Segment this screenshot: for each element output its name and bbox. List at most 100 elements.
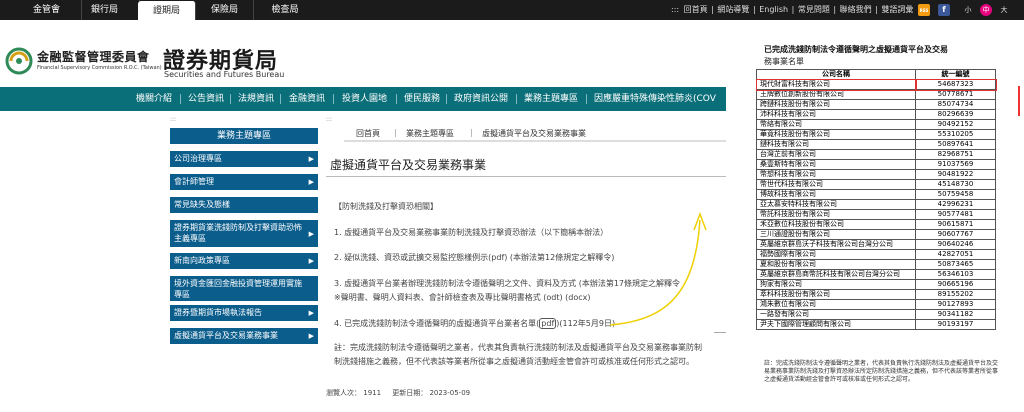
company-id-cell: 42827051	[915, 249, 996, 260]
company-name-cell: 博故科技有限公司	[756, 189, 916, 200]
link-contact[interactable]: 聯絡我們	[840, 5, 872, 14]
font-small-button[interactable]: 小	[962, 4, 974, 16]
breadcrumb-separator-icon: |	[394, 128, 397, 137]
company-name-cell: 現代財富科技有限公司	[755, 78, 917, 91]
table-row: 福勢國際有限公司 42827051	[756, 249, 996, 260]
sidebar-item-common-deficiencies[interactable]: 常見缺失及態樣	[170, 197, 318, 213]
link-glossary[interactable]: 雙語詞彙	[881, 5, 913, 14]
nav-covid[interactable]: 因應嚴重特殊傳染性肺炎(COV	[594, 87, 716, 111]
sidebar-dots: :::	[170, 116, 177, 123]
chevron-right-icon: ▶	[308, 309, 314, 317]
link-home[interactable]: 回首頁	[684, 5, 708, 14]
sidebar-item-accountant-management[interactable]: 會計師管理 ▶	[170, 174, 318, 190]
company-id-cell: 90193197	[915, 319, 996, 330]
table-row: 跨鏈科技股份有限公司 85074734	[756, 99, 996, 110]
company-name-cell: 亞太慕安特科技有限公司	[756, 199, 916, 210]
table-row: 三川通證股份有限公司 90607767	[756, 229, 996, 240]
content-item-1[interactable]: 1. 虛擬通貨平台及交易業務事業防制洗錢及打擊資恐辦法（以下簡稱本辦法）	[334, 227, 608, 238]
facebook-icon[interactable]: f	[938, 4, 950, 16]
highlight-marker	[1018, 86, 1020, 116]
sidebar-item-offshore-funds[interactable]: 境外資金匯回金融投資管理運用實施專區	[170, 276, 318, 301]
link-english[interactable]: English	[759, 5, 788, 14]
table-header-row: 公司名稱 統一編號	[756, 69, 996, 80]
rss-icon[interactable]: RSS	[918, 4, 930, 16]
company-id-cell: 54687323	[914, 78, 997, 91]
link-faq[interactable]: 常見問題	[798, 5, 830, 14]
company-name-cell: 鴻朱數位有限公司	[756, 299, 916, 310]
breadcrumb-dots: :::	[326, 116, 333, 123]
nav-regulations[interactable]: 法規資訊	[238, 87, 274, 111]
company-name-cell: 夏和股份有限公司	[756, 259, 916, 270]
nav-open-government[interactable]: 政府資訊公開	[454, 87, 508, 111]
section-heading: 【防制洗錢及打擊資恐相關】	[334, 202, 438, 211]
company-id-cell: 80296639	[915, 109, 996, 120]
nav-financial-info[interactable]: 金融資訊	[289, 87, 325, 111]
tab-examination-bureau[interactable]: 檢查局	[254, 0, 316, 20]
sidebar-item-virtual-currency[interactable]: 虛擬通貨平台及交易業務事業 ▶	[170, 328, 318, 344]
bureau-name-en: Securities and Futures Bureau	[164, 70, 285, 79]
sidebar-item-enforcement-report[interactable]: 證券暨期貨市場執法報告 ▶	[170, 305, 318, 321]
company-name-cell: 三川通證股份有限公司	[756, 229, 916, 240]
chevron-right-icon: ▶	[308, 257, 314, 265]
updated-date: 2023-05-09	[429, 389, 471, 397]
company-name-cell: 桑壹斯特有限公司	[756, 159, 916, 170]
title-divider	[326, 176, 726, 177]
sidebar-item-label: 常見缺失及態樣	[174, 200, 230, 209]
company-name-cell: 幣絡有限公司	[756, 119, 916, 130]
top-bar: 金管會 銀行局 證期局 保險局 檢查局 ::: 回首頁 | 網站導覽 | Eng…	[0, 0, 1024, 20]
sidebar-item-label: 證券期貨業洗錢防制及打擊資助恐怖主義專區	[174, 223, 302, 243]
breadcrumb-home[interactable]: 回首頁	[356, 128, 380, 139]
table-row: 王牌數位創新股份有限公司 50778671	[756, 89, 996, 100]
table-row: 英屬維京群島商幣託科技有限公司台灣分公司 56346103	[756, 269, 996, 280]
table-row: 英屬維京群島沃子科技有限公司台灣分公司 90640246	[756, 239, 996, 250]
sidebar-item-label: 虛擬通貨平台及交易業務事業	[174, 331, 278, 340]
company-id-cell: 50778671	[915, 89, 996, 100]
table-row: 鏈科技有限公司 50897641	[756, 139, 996, 150]
visits-count: 1911	[363, 389, 382, 397]
font-medium-button[interactable]: 中	[980, 4, 992, 16]
content-item-2[interactable]: 2. 疑似洗錢、資恐或武擴交易監控態樣例示(pdf) (本辦法第12條規定之解釋…	[334, 252, 614, 263]
chevron-right-icon: ▶	[308, 229, 314, 238]
dots-icon: :::	[671, 5, 680, 14]
sidebar-item-corporate-governance[interactable]: 公司治理專區 ▶	[170, 151, 318, 167]
company-name-cell: 禾亞數位科技股份有限公司	[756, 219, 916, 230]
company-table-body: 現代財富科技有限公司 54687323 王牌數位創新股份有限公司 50778671 跨鏈…	[755, 78, 997, 330]
link-sitemap[interactable]: 網站導覽	[717, 5, 749, 14]
company-id-cell: 90665196	[915, 279, 996, 290]
company-id-cell: 82968751	[915, 149, 996, 160]
tab-banking-bureau[interactable]: 銀行局	[70, 0, 140, 20]
main-nav: 機關介紹 公告資訊 法規資訊 金融資訊 投資人園地 便民服務 政府資訊公開 業務…	[0, 87, 726, 111]
tab-securities-bureau[interactable]: 證期局	[138, 1, 196, 20]
nav-announcements[interactable]: 公告資訊	[188, 87, 224, 111]
nav-investor-zone[interactable]: 投資人園地	[342, 87, 387, 111]
chevron-right-icon: ▶	[308, 178, 314, 186]
table-row: 亞太慕安特科技有限公司 42996231	[756, 199, 996, 210]
company-name-cell: 台灣芷前有限公司	[756, 149, 916, 160]
breadcrumb-current[interactable]: 虛擬通貨平台及交易業務事業	[482, 128, 586, 139]
table-row: 幣世代科技有限公司 45148730	[756, 179, 996, 190]
company-id-cell: 90577481	[915, 209, 996, 220]
sidebar-item-label: 證券暨期貨市場執法報告	[174, 308, 262, 317]
nav-about[interactable]: 機關介紹	[136, 87, 172, 111]
nav-public-services[interactable]: 便民服務	[404, 87, 440, 111]
sidebar-item-aml[interactable]: 證券期貨業洗錢防制及打擊資助恐怖主義專區 ▶	[170, 220, 318, 247]
company-name-cell: 跨鏈科技股份有限公司	[756, 99, 916, 110]
breadcrumb-business-topics[interactable]: 業務主題專區	[406, 128, 454, 139]
nav-business-topics[interactable]: 業務主題專區	[524, 87, 578, 111]
company-id-cell: 50897641	[915, 139, 996, 150]
company-id-cell: 90492152	[915, 119, 996, 130]
company-id-cell: 50759458	[915, 189, 996, 200]
company-table: 公司名稱 統一編號 現代財富科技有限公司 54687323 王牌數位創新股份有限公司…	[755, 69, 997, 330]
chevron-right-icon: ▶	[308, 332, 314, 340]
table-row: 夏和股份有限公司 50873465	[756, 259, 996, 270]
company-id-cell: 56346103	[915, 269, 996, 280]
org-name-zh: 金融監督管理委員會	[37, 50, 150, 64]
content-item-3-forms[interactable]: ※聲明書、聲明人資料表、會計師檢查表及專比聲明書格式 (odt) (docx)	[334, 292, 591, 303]
fsc-logo-icon[interactable]	[5, 47, 33, 75]
pdf-link[interactable]: pdf	[539, 318, 557, 329]
tab-insurance-bureau[interactable]: 保險局	[196, 0, 254, 20]
page-title: 虛擬通貨平台及交易業務事業	[330, 158, 487, 172]
font-large-button[interactable]: 大	[998, 4, 1010, 16]
sidebar-item-new-southbound[interactable]: 新南向政策專區 ▶	[170, 253, 318, 269]
company-id-cell: 55310205	[915, 129, 996, 140]
